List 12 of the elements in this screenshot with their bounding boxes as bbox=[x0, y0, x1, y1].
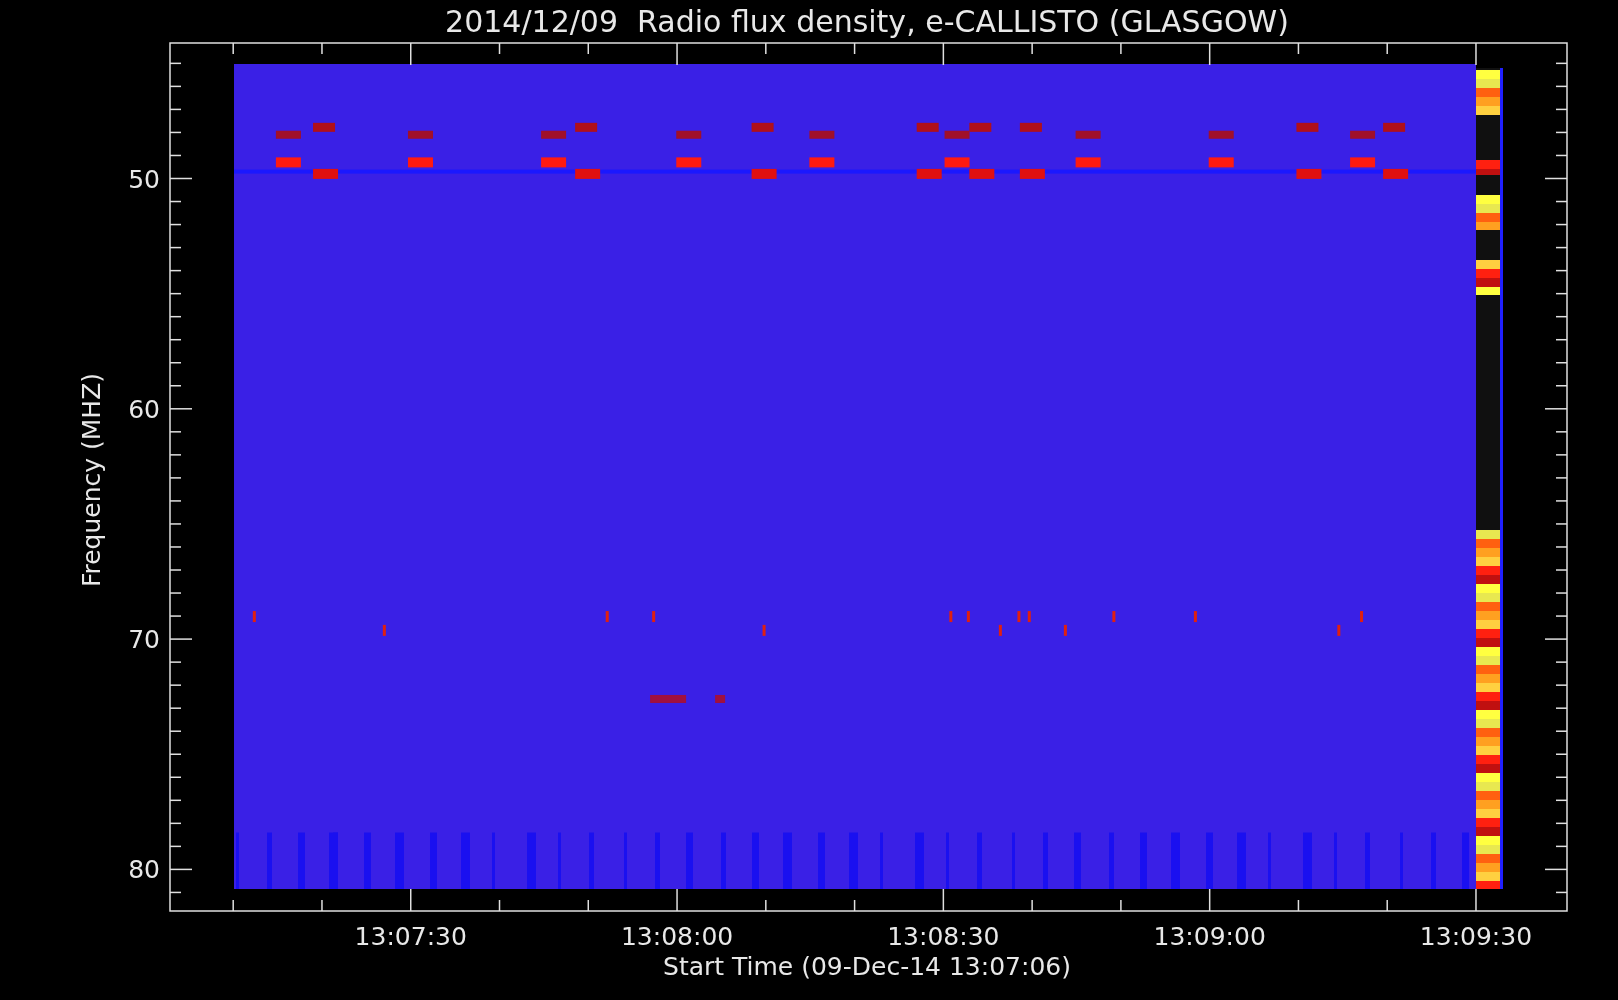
tick-label: 80 bbox=[128, 855, 160, 885]
tick-label: 60 bbox=[128, 394, 160, 424]
axis-label: Frequency (MHZ) bbox=[77, 372, 106, 588]
axis-label: Start Time (09-Dec-14 13:07:06) bbox=[663, 952, 1071, 981]
tick-label: 50 bbox=[128, 164, 160, 194]
tick-label: 13:09:30 bbox=[1419, 922, 1533, 951]
tick-label: 70 bbox=[128, 625, 160, 655]
tick-label: 13:09:00 bbox=[1153, 922, 1266, 951]
chart-title: 2014/12/09 Radio flux density, e-CALLISTO (GLASGOW) bbox=[445, 4, 1289, 39]
tick-label: 13:08:30 bbox=[887, 922, 1000, 951]
tick-label: 13:07:30 bbox=[354, 922, 467, 951]
tick-label: 13:08:00 bbox=[620, 922, 734, 951]
